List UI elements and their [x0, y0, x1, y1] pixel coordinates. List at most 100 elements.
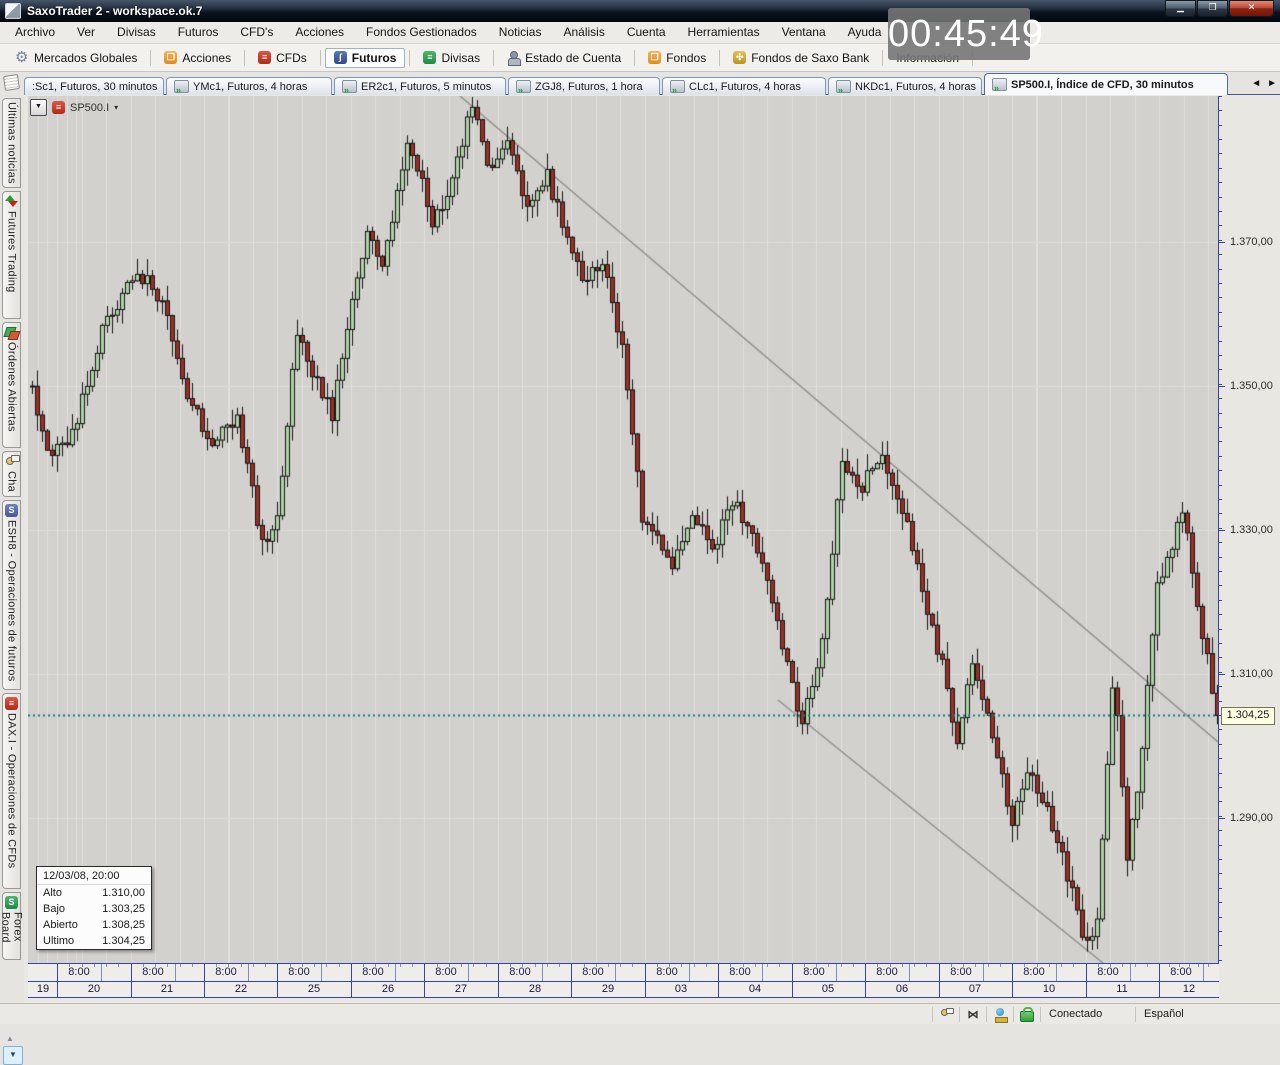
menu-item-archivo[interactable]: Archivo [4, 22, 66, 43]
time-axis-minor-tick [228, 964, 229, 967]
candlestick-chart-canvas[interactable] [28, 96, 1218, 963]
time-axis-minor-tick [82, 964, 83, 967]
sidebar-tab-futures-trading[interactable]: Futures Trading [2, 191, 21, 319]
time-axis-day-boundary [939, 964, 940, 997]
time-axis-date-label: 04 [735, 983, 775, 995]
time-axis-minor-tick [69, 964, 70, 967]
tab-label: :Sc1, Futuros, 30 minutos [32, 81, 157, 93]
toolbar-item-divisas[interactable]: ≡Divisas [414, 48, 489, 68]
link-icon[interactable]: ⋈ [968, 1008, 979, 1021]
sidebar-scroll-up-icon[interactable]: ▲ [6, 1034, 14, 1043]
time-axis-hour-separator [762, 964, 763, 981]
chart-window-icon [992, 78, 1007, 91]
sidebar-tab-label: Cha [6, 471, 18, 492]
tab-sp500i[interactable]: SP500.I, Índice de CFD, 30 minutos [984, 73, 1228, 95]
tab-er2c1[interactable]: ER2c1, Futuros, 5 minutos [334, 77, 506, 95]
maximize-button[interactable]: ❐ [1197, 0, 1228, 17]
recording-timer-overlay: 00:45:49 [888, 8, 1030, 60]
time-axis-date-label: 22 [221, 983, 261, 995]
chart-menu-dropdown-icon[interactable]: ▼ [30, 99, 47, 116]
tab-nkdc1[interactable]: NKDc1, Futuros, 4 horas [828, 77, 982, 95]
tab-ymc1[interactable]: YMc1, Futuros, 4 horas [166, 77, 332, 95]
time-axis-minor-tick [730, 964, 731, 967]
info-box-row-abierto: Abierto1.308,25 [37, 917, 151, 933]
time-axis-minor-tick [816, 964, 817, 967]
toolbar-item-mercados-globales[interactable]: ⚙Mercados Globales [6, 48, 146, 68]
time-axis-minor-tick [877, 964, 878, 967]
menu-item-cfd-s[interactable]: CFD's [229, 22, 284, 43]
news-notes-icon[interactable] [3, 74, 20, 91]
tab-scroll-left-icon[interactable]: ◄ [1251, 78, 1261, 89]
sidebar-tab--rdenes-abiertas[interactable]: Órdenes Abiertas [2, 322, 21, 448]
time-axis-minor-tick [522, 964, 523, 967]
instrument-caret-icon[interactable]: ▾ [114, 103, 118, 112]
sidebar-tab-cha[interactable]: Cha [2, 451, 21, 497]
tab-clc1[interactable]: CLc1, Futuros, 4 horas [662, 77, 826, 95]
menu-item-acciones[interactable]: Acciones [284, 22, 355, 43]
sidebar-tab--ltimas-noticias[interactable]: Últimas noticias [2, 98, 21, 188]
price-axis-label: 1.370,00 [1230, 236, 1273, 248]
sidebar-dropdown-button[interactable]: ▼ [3, 1046, 23, 1065]
lock-icon[interactable] [1020, 1011, 1034, 1022]
menu-item-futuros[interactable]: Futuros [167, 22, 230, 43]
network-icon[interactable] [994, 1008, 1007, 1021]
sidebar-tab-dax-i-operaciones-de-cfds[interactable]: ≡DAX.I - Operaciones de CFDs [2, 693, 21, 889]
price-axis-major-tick [1219, 818, 1225, 819]
time-axis-hour-separator [615, 964, 616, 981]
time-axis-hour-label: 8:00 [61, 966, 97, 978]
time-axis-minor-tick [510, 964, 511, 967]
price-axis-major-tick [1219, 242, 1225, 243]
toolbar-item-estado-de-cuenta[interactable]: Estado de Cuenta [498, 48, 630, 68]
toolbar-item-fondos[interactable]: ❐Fondos [639, 48, 715, 68]
menu-item-ayuda[interactable]: Ayuda [837, 22, 893, 43]
status-bar: ⋈ConectadoEspañol [0, 1003, 1280, 1024]
time-axis-minor-tick [828, 964, 829, 967]
price-axis-minor-tick [1219, 341, 1222, 342]
tab-scroll-right-icon[interactable]: ► [1267, 78, 1277, 89]
close-button[interactable]: ✕ [1229, 0, 1274, 17]
menu-item-ventana[interactable]: Ventana [771, 22, 837, 43]
toolbar-item-acciones[interactable]: ❐Acciones [155, 48, 240, 68]
statusbar-cell [987, 1004, 1013, 1024]
time-axis-minor-tick [1169, 964, 1170, 967]
instrument-label[interactable]: SP500.I [70, 102, 109, 114]
user-chat-icon[interactable] [939, 1008, 953, 1021]
tab-zgj8[interactable]: ZGJ8, Futuros, 1 hora [508, 77, 660, 95]
menu-item-noticias[interactable]: Noticias [488, 22, 553, 43]
menu-item-divisas[interactable]: Divisas [106, 22, 167, 43]
time-axis[interactable]: 19208:00218:00228:00258:00268:00278:0028… [28, 963, 1219, 998]
info-box-row-bajo: Bajo1.303,25 [37, 901, 151, 917]
title-bar[interactable]: SaxoTrader 2 - workspace.ok.7 ▁❐✕ [0, 0, 1280, 22]
menu-bar: ArchivoVerDivisasFuturosCFD'sAccionesFon… [0, 22, 1280, 44]
menu-item-cuenta[interactable]: Cuenta [616, 22, 677, 43]
price-axis-minor-tick [1219, 816, 1222, 817]
price-axis-minor-tick [1219, 931, 1222, 932]
app-icon[interactable] [5, 3, 21, 19]
tab-sc1[interactable]: :Sc1, Futuros, 30 minutos [24, 77, 164, 95]
time-axis-minor-tick [1110, 964, 1111, 967]
toolbar-item-futuros[interactable]: ∫Futuros [325, 48, 406, 68]
menu-item-ver[interactable]: Ver [66, 22, 106, 43]
toolbar-item-cfds[interactable]: ≡CFDs [249, 48, 316, 68]
toolbar-item-fondos-de-saxo-bank[interactable]: ✣Fondos de Saxo Bank [724, 48, 878, 68]
price-axis-minor-tick [1219, 297, 1222, 298]
time-axis-minor-tick [1049, 964, 1050, 967]
time-axis-hour-label: 8:00 [135, 966, 171, 978]
price-axis-minor-tick [1219, 153, 1222, 154]
time-axis-minor-tick [853, 964, 854, 967]
sidebar-tab-label: DAX.I - Operaciones de CFDs [6, 713, 18, 868]
price-axis-minor-tick [1219, 902, 1222, 903]
time-axis-minor-tick [180, 964, 181, 967]
time-axis-minor-tick [388, 964, 389, 967]
price-axis-minor-tick [1219, 125, 1222, 126]
toolbar-separator [320, 50, 321, 66]
time-axis-minor-tick [1024, 964, 1025, 967]
minimize-button[interactable]: ▁ [1165, 0, 1196, 17]
sidebar-tab-label: Últimas noticias [6, 102, 18, 184]
sidebar-tab-forex-board[interactable]: SForex Board [2, 892, 21, 960]
menu-item-fondos-gestionados[interactable]: Fondos Gestionados [355, 22, 488, 43]
price-axis[interactable]: 1.304,25 1.370,001.350,001.330,001.310,0… [1218, 96, 1280, 998]
menu-item-herramientas[interactable]: Herramientas [677, 22, 771, 43]
sidebar-tab-esh8-operaciones-de-futuros[interactable]: SESH8 - Operaciones de futuros [2, 500, 21, 690]
menu-item-an-lisis[interactable]: Análisis [552, 22, 615, 43]
